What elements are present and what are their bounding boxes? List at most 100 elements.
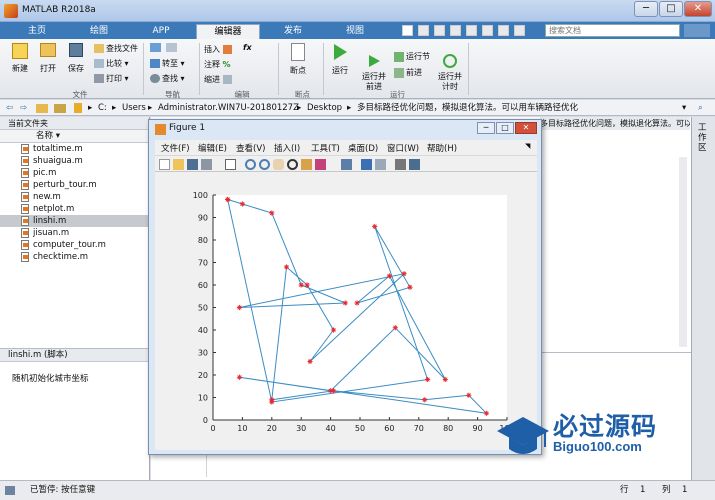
link-plot-icon[interactable] [341, 159, 352, 170]
edit-plot-icon[interactable] [225, 159, 236, 170]
hide-plot-tools-icon[interactable] [395, 159, 406, 170]
file-item[interactable]: checktime.m [0, 251, 149, 263]
tab-home[interactable]: 主页 [8, 24, 66, 39]
find-button[interactable]: 查找 ▾ [150, 73, 185, 84]
tour-plot[interactable]: 0 10 20 30 40 50 60 70 80 90 100 0 10 20 30 40 50 60 70 80 9… [155, 172, 537, 450]
menu-window[interactable]: 窗口(W) [387, 142, 419, 154]
maximize-button[interactable]: □ [659, 1, 683, 17]
save-icon[interactable] [402, 25, 413, 36]
search-docs-input[interactable]: 搜索文档 [545, 24, 680, 37]
colorbar-icon[interactable] [361, 159, 372, 170]
workspace-label[interactable]: 工作区 [698, 123, 710, 153]
tab-plots[interactable]: 绘图 [70, 24, 128, 39]
cut-icon[interactable] [418, 25, 429, 36]
minimize-button[interactable]: ─ [634, 1, 658, 17]
close-button[interactable]: ✕ [684, 1, 712, 17]
name-column-header[interactable]: 名称 ▾ [0, 130, 149, 143]
find-files-button[interactable]: 查找文件 [94, 43, 138, 54]
breakpoints-label: 断点 [290, 66, 306, 75]
run-section-button[interactable]: 运行节 [394, 51, 430, 62]
workspace-strip[interactable]: 工作区 [691, 117, 715, 480]
path-segment-desktop[interactable]: Desktop [307, 100, 342, 116]
address-bar[interactable]: ⇦ ⇨ ▸ C: ▸ Users ▸ Administrator.WIN7U-2… [0, 100, 715, 116]
breakpoints-button[interactable]: 断点 [290, 43, 306, 76]
ribbon-divider [199, 43, 200, 95]
file-item[interactable]: netplot.m [0, 203, 149, 215]
rotate-icon[interactable] [287, 159, 298, 170]
switch-windows-icon[interactable] [498, 25, 509, 36]
tab-editor[interactable]: 编辑器 [196, 24, 260, 39]
menu-edit[interactable]: 编辑(E) [198, 142, 227, 154]
file-item[interactable]: pic.m [0, 167, 149, 179]
paste-icon[interactable] [450, 25, 461, 36]
advance-label: 前进 [406, 68, 422, 77]
file-item[interactable]: totaltime.m [0, 143, 149, 155]
new-figure-icon[interactable] [159, 159, 170, 170]
open-button[interactable]: 打开 [40, 43, 56, 74]
figure-close-button[interactable]: ✕ [515, 122, 537, 134]
compare-button[interactable]: 比较 ▾ [94, 58, 129, 69]
path-segment-drive[interactable]: C: [98, 100, 107, 116]
redo-icon[interactable] [482, 25, 493, 36]
fx-button[interactable]: fx [243, 43, 252, 52]
run-button[interactable]: 运行 [332, 43, 348, 76]
x-tick-label: 10 [237, 424, 247, 433]
path-segment-user[interactable]: Administrator.WIN7U-20180127Z [158, 100, 299, 116]
data-cursor-icon[interactable] [301, 159, 312, 170]
help-icon[interactable] [514, 25, 525, 36]
tab-apps[interactable]: APP [132, 24, 190, 39]
menu-file[interactable]: 文件(F) [161, 142, 190, 154]
undo-icon[interactable] [466, 25, 477, 36]
open-file-icon[interactable] [173, 159, 184, 170]
tab-publish[interactable]: 发布 [264, 24, 322, 39]
path-segment-users[interactable]: Users [122, 100, 146, 116]
filter-icon[interactable] [684, 24, 710, 37]
figure-minimize-button[interactable]: ─ [477, 122, 495, 134]
comment-button[interactable]: 注释 % [204, 59, 231, 70]
indent-button[interactable]: 缩进 [204, 74, 232, 85]
back-forward-buttons[interactable] [150, 43, 177, 52]
file-item[interactable]: shuaigua.m [0, 155, 149, 167]
print-button[interactable]: 打印 ▾ [94, 73, 129, 84]
brush-icon[interactable] [315, 159, 326, 170]
new-button[interactable]: 新建 [12, 43, 28, 74]
advance-button[interactable]: 前进 [394, 67, 422, 78]
file-item[interactable]: perturb_tour.m [0, 179, 149, 191]
insert-button[interactable]: 插入 [204, 44, 232, 55]
status-icon [5, 486, 15, 495]
file-item[interactable]: jisuan.m [0, 227, 149, 239]
pan-icon[interactable] [273, 159, 284, 170]
zoom-out-icon[interactable] [259, 159, 270, 170]
figure-window[interactable]: Figure 1 ─ □ ✕ 文件(F) 编辑(E) 查看(V) 插入(I) 工… [148, 119, 542, 455]
back-arrow-icon[interactable]: ⇦ [6, 100, 13, 116]
menu-dock-icon[interactable]: ◥ [525, 142, 530, 150]
address-dropdown-icon[interactable]: ▾ [682, 100, 686, 116]
legend-icon[interactable] [375, 159, 386, 170]
path-segment-folder[interactable]: 多目标路径优化问题，模拟退化算法。可以用车辆路径优化 [357, 100, 578, 116]
menu-insert[interactable]: 插入(I) [274, 142, 300, 154]
goto-button[interactable]: 转至 ▾ [150, 58, 185, 69]
forward-arrow-icon[interactable]: ⇨ [20, 100, 27, 116]
file-item-selected[interactable]: linshi.m [0, 215, 149, 227]
save-figure-icon[interactable] [187, 159, 198, 170]
menu-tools[interactable]: 工具(T) [311, 142, 340, 154]
figure-maximize-button[interactable]: □ [496, 122, 514, 134]
menu-help[interactable]: 帮助(H) [427, 142, 457, 154]
file-item[interactable]: computer_tour.m [0, 239, 149, 251]
run-advance-icon [369, 55, 380, 67]
file-name: perturb_tour.m [33, 180, 97, 190]
up-folder-icon[interactable] [36, 104, 48, 113]
print-figure-icon[interactable] [201, 159, 212, 170]
save-button[interactable]: 保存 [68, 43, 84, 74]
run-play-icon [334, 44, 347, 60]
file-item[interactable]: new.m [0, 191, 149, 203]
browse-folder-icon[interactable] [54, 104, 66, 113]
show-plot-tools-icon[interactable] [409, 159, 420, 170]
copy-icon[interactable] [434, 25, 445, 36]
menu-desktop[interactable]: 桌面(D) [348, 142, 378, 154]
editor-scrollbar[interactable] [679, 157, 687, 347]
menu-view[interactable]: 查看(V) [236, 142, 265, 154]
zoom-in-icon[interactable] [245, 159, 256, 170]
search-icon[interactable]: ⌕ [698, 100, 703, 116]
tab-view[interactable]: 视图 [326, 24, 384, 39]
